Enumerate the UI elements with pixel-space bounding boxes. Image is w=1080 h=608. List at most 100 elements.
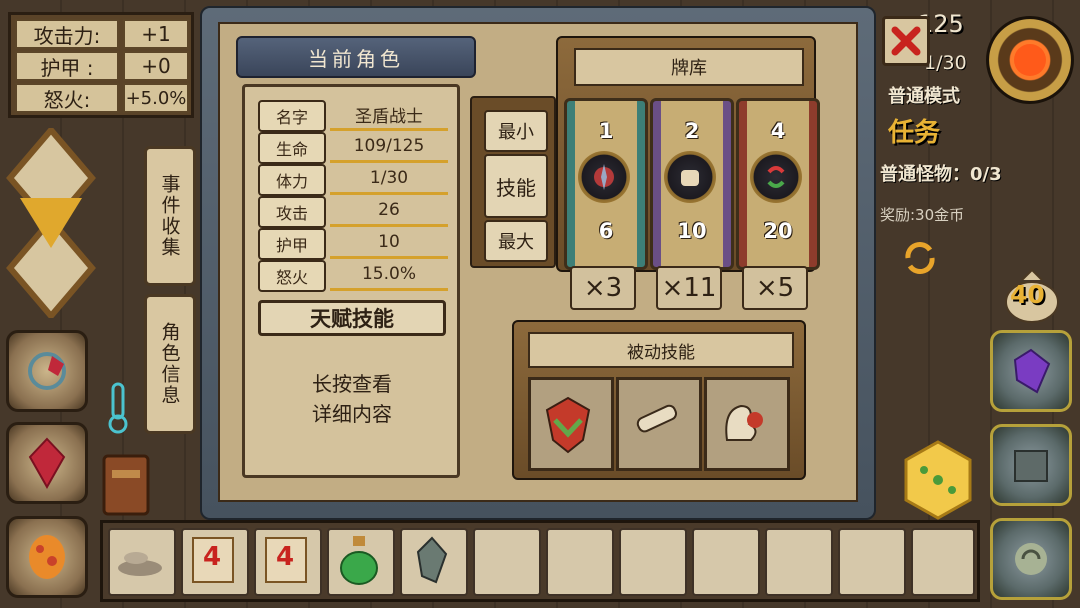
stone-block-icon [1014, 450, 1048, 482]
spotted-egg-button[interactable] [6, 516, 88, 598]
bonus-stats-table: 攻击力: +1 护甲 : +0 怒火: +5.0% [8, 12, 194, 118]
hourglass-emblem-icon[interactable] [6, 125, 96, 321]
inventory-slot-11[interactable] [838, 528, 906, 596]
stat-label: 攻击 [258, 196, 326, 228]
scroll-number: 4 [276, 542, 295, 572]
purple-crystal-icon [1013, 348, 1051, 394]
inventory-slot-5[interactable] [400, 528, 468, 596]
purple-crystal-button[interactable] [990, 330, 1072, 412]
sun-icon [1014, 44, 1046, 76]
stat-row-stamina: 体力 1/30 [258, 164, 448, 196]
dice-icon[interactable] [904, 440, 972, 520]
sun-orb-button[interactable] [986, 16, 1074, 104]
stat-label: 名字 [258, 100, 326, 132]
bonus-rage-value: +5.0% [123, 83, 189, 113]
dust-pile-icon [118, 552, 162, 576]
broken-bone-icon [636, 404, 678, 433]
fossil-icon [1015, 543, 1047, 575]
bonus-armor-value: +0 [123, 51, 189, 81]
card-count-1: ×3 [570, 266, 636, 310]
stamina-readout: 1/30 [924, 52, 967, 74]
journal-book-icon[interactable] [98, 450, 154, 520]
card-cost: 4 [770, 119, 786, 143]
inventory-slot-6[interactable] [473, 528, 541, 596]
hint-line-1: 长按查看 [312, 372, 392, 396]
stat-row-attack: 攻击 26 [258, 196, 448, 228]
stat-value: 109/125 [330, 132, 448, 163]
passive-skills-title: 被动技能 [528, 332, 794, 368]
heart-hand-icon [725, 404, 763, 441]
character-panel-title: 当前角色 [236, 36, 476, 78]
inventory-slot-12[interactable] [911, 528, 975, 596]
crystal-icon [416, 536, 448, 584]
inventory-slot-4[interactable] [327, 528, 395, 596]
close-button[interactable] [882, 16, 930, 66]
bonus-attack-label: 攻击力: [15, 19, 119, 49]
task-reward: 奖励:30金币 [880, 206, 965, 224]
close-icon [891, 26, 921, 56]
stat-value: 26 [330, 196, 448, 227]
card-cost: 2 [684, 119, 700, 143]
red-gem-icon [28, 437, 66, 490]
spotted-egg-icon [29, 535, 65, 579]
task-progress: 普通怪物：0/3 [880, 164, 1002, 185]
skill-card-2[interactable]: 2 10 [650, 98, 734, 270]
stat-label: 生命 [258, 132, 326, 164]
cycle-arrows-icon [750, 151, 802, 203]
card-count-2: ×11 [656, 266, 722, 310]
stat-label: 护甲 [258, 228, 326, 260]
gold-amount: 40 [1010, 280, 1045, 309]
bonus-armor-label: 护甲 : [15, 51, 119, 81]
size-skill-button[interactable]: 技能 [484, 154, 548, 218]
ruby-necklace-button[interactable] [6, 330, 88, 412]
inventory-slot-3[interactable]: 4 [254, 528, 322, 596]
card-value: 10 [677, 219, 707, 243]
skill-card-1[interactable]: 1 6 [564, 98, 648, 270]
stat-value: 15.0% [330, 260, 448, 291]
passive-skill-3[interactable] [704, 377, 790, 471]
inventory-slot-1[interactable] [108, 528, 176, 596]
stat-label: 怒火 [258, 260, 326, 292]
task-title: 任务 [888, 118, 941, 148]
size-min-button[interactable]: 最小 [484, 110, 548, 152]
scroll-number: 4 [203, 542, 222, 572]
red-gem-button[interactable] [6, 422, 88, 504]
deck-title: 牌库 [574, 48, 804, 86]
stat-row-name: 名字 圣盾战士 [258, 100, 448, 132]
refresh-icon[interactable] [898, 236, 942, 280]
fist-icon [664, 151, 716, 203]
compass-icon [578, 151, 630, 203]
ruby-necklace-icon [28, 352, 66, 390]
game-mode: 普通模式 [888, 86, 960, 107]
shield-heart-icon [545, 396, 591, 454]
bonus-rage-label: 怒火: [15, 83, 119, 113]
fossil-button[interactable] [990, 518, 1072, 600]
stat-row-hp: 生命 109/125 [258, 132, 448, 164]
stat-value: 1/30 [330, 164, 448, 195]
size-max-button[interactable]: 最大 [484, 220, 548, 262]
stone-block-button[interactable] [990, 424, 1072, 506]
inventory-slot-8[interactable] [619, 528, 687, 596]
green-potion-icon [340, 536, 378, 585]
stat-label: 体力 [258, 164, 326, 196]
card-count-3: ×5 [742, 266, 808, 310]
bonus-attack-value: +1 [123, 19, 189, 49]
tab-character-info[interactable]: 角色信息 [144, 294, 196, 434]
inventory-slot-2[interactable]: 4 [181, 528, 249, 596]
stat-value: 10 [330, 228, 448, 259]
inventory-slot-9[interactable] [692, 528, 760, 596]
talent-skills-button[interactable]: 天赋技能 [258, 300, 446, 336]
thermometer-icon[interactable] [98, 380, 138, 436]
skill-card-3[interactable]: 4 20 [736, 98, 820, 270]
card-value: 6 [598, 219, 614, 243]
stat-row-rage: 怒火 15.0% [258, 260, 448, 292]
inventory-slot-10[interactable] [765, 528, 833, 596]
tab-events[interactable]: 事件收集 [144, 146, 196, 286]
stat-value: 圣盾战士 [330, 100, 448, 131]
card-value: 20 [763, 219, 793, 243]
inventory-slot-7[interactable] [546, 528, 614, 596]
stat-row-armor: 护甲 10 [258, 228, 448, 260]
passive-skill-1[interactable] [528, 377, 614, 471]
passive-skill-2[interactable] [616, 377, 702, 471]
card-cost: 1 [598, 119, 614, 143]
